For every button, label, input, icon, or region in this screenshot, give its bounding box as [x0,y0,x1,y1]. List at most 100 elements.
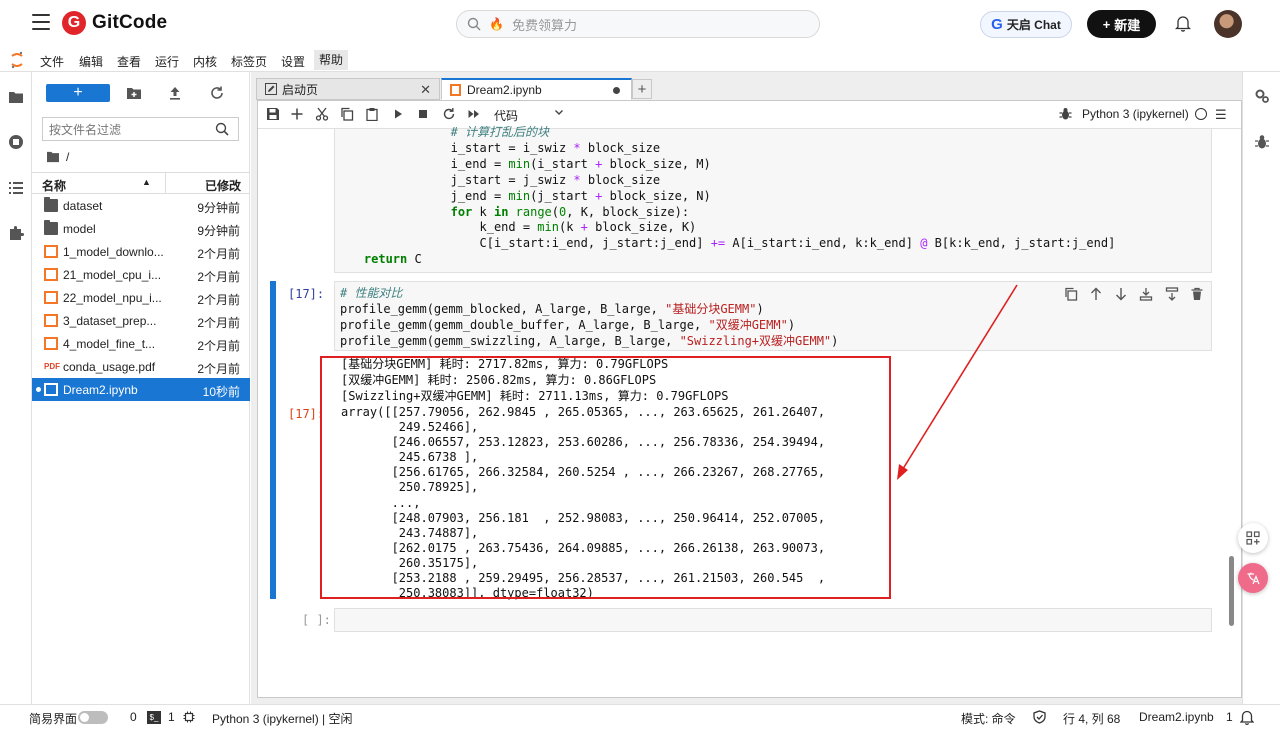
cursor-position[interactable]: 行 4, 列 68 [1063,710,1120,727]
folder-icon[interactable] [8,89,24,105]
simple-mode-toggle[interactable] [78,711,108,724]
notification-count: 1 [1226,710,1233,724]
fire-icon: 🔥 [489,17,504,31]
code-block-1: # 计算打乱后的块 i_start = i_swiz * block_size … [363,125,1116,267]
chevron-down-icon[interactable] [554,107,564,117]
tab-dream2[interactable]: Dream2.ipynb [441,78,632,100]
file-browser: + 按文件名过滤 / 名称 ▲ 已修改 dataset 9分钟前 model 9… [32,72,250,704]
terminal-icon: $_ [147,711,161,724]
tianqi-chat-button[interactable]: G 天启 Chat [980,11,1072,38]
add-cell-icon[interactable] [290,107,304,121]
file-filter-input[interactable]: 按文件名过滤 [42,117,239,141]
kernel-count[interactable]: 1 [168,710,175,724]
translate-button[interactable] [1238,563,1268,593]
breadcrumb[interactable]: / [46,150,69,164]
new-folder-icon[interactable] [126,85,142,101]
empty-code-cell[interactable] [334,608,1212,632]
scrollbar-thumb[interactable] [1229,556,1234,626]
kernel-name[interactable]: Python 3 (ipykernel) [1082,107,1189,121]
gitcode-logo[interactable]: G GitCode [62,11,167,35]
delete-cell-icon[interactable] [1190,286,1204,302]
column-modified[interactable]: 已修改 [205,177,241,194]
file-row[interactable]: 22_model_npu_i... 2个月前 [32,286,250,309]
running-dot-icon [36,387,41,392]
chat-logo-icon: G [991,16,1003,33]
extension-puzzle-icon[interactable] [8,225,24,241]
file-name: 21_model_cpu_i... [63,268,162,282]
chat-label: 天启 Chat [1006,18,1061,32]
menu-view[interactable]: 查看 [117,53,141,70]
file-row[interactable]: 4_model_fine_t... 2个月前 [32,332,250,355]
menu-edit[interactable]: 编辑 [79,53,103,70]
file-name: Dream2.ipynb [63,383,138,397]
stop-icon[interactable] [416,107,430,121]
file-modified: 10秒前 [202,385,240,399]
paste-icon[interactable] [365,107,379,121]
refresh-icon[interactable] [209,85,225,101]
search-input[interactable]: 🔥 免费领算力 [456,10,820,38]
qr-scan-button[interactable] [1238,523,1268,553]
pdf-icon: PDF [44,362,60,371]
tab-label: Dream2.ipynb [467,82,542,97]
save-icon[interactable] [266,107,280,121]
debugger-bug-icon[interactable] [1254,134,1270,150]
property-inspector-gear-icon[interactable] [1254,88,1270,104]
new-button[interactable]: + 新建 [1087,10,1156,38]
file-name: model [63,222,96,236]
file-modified: 2个月前 [197,270,240,284]
file-row[interactable]: 3_dataset_prep... 2个月前 [32,309,250,332]
menu-file[interactable]: 文件 [40,53,64,70]
run-icon[interactable] [391,107,405,121]
column-name[interactable]: 名称 [42,177,66,194]
fast-forward-icon[interactable] [467,107,481,121]
file-name: conda_usage.pdf [63,360,156,374]
menu-kernel[interactable]: 内核 [193,53,217,70]
bell-icon[interactable] [1240,709,1254,725]
bell-icon[interactable] [1175,14,1191,32]
file-name: 3_dataset_prep... [63,314,157,328]
insert-below-icon[interactable] [1165,286,1179,302]
kernel-menu-icon[interactable]: ☰ [1215,107,1227,123]
launcher-edit-icon [265,83,277,95]
cut-icon[interactable] [315,107,329,121]
avatar[interactable] [1214,10,1242,38]
code-cell-2[interactable]: # 性能对比 profile_gemm(gemm_blocked, A_larg… [334,281,1212,351]
menu-settings[interactable]: 设置 [281,53,305,70]
tab-launcher[interactable]: 启动页 ✕ [256,78,440,100]
move-up-icon[interactable] [1089,286,1103,302]
tab-label: 启动页 [282,82,319,97]
running-sessions-icon[interactable] [8,134,24,150]
debugger-bug-icon[interactable] [1059,107,1072,121]
new-launcher-button[interactable]: + [46,84,110,102]
table-of-contents-icon[interactable] [8,180,24,196]
move-down-icon[interactable] [1114,286,1128,302]
file-row[interactable]: 1_model_downlo... 2个月前 [32,240,250,263]
status-filename: Dream2.ipynb [1139,710,1214,724]
file-row-selected[interactable]: Dream2.ipynb 10秒前 [32,378,250,401]
menu-bar: 文件 编辑 查看 运行 内核 标签页 设置 帮助 [0,48,1280,72]
file-row[interactable]: 21_model_cpu_i... 2个月前 [32,263,250,286]
breadcrumb-path: / [66,150,70,164]
terminal-count[interactable]: 0 [130,710,137,724]
file-row[interactable]: dataset 9分钟前 [32,194,250,217]
hamburger-menu-icon[interactable] [32,14,50,32]
code-cell-1[interactable]: # 计算打乱后的块 i_start = i_swiz * block_size … [334,125,1212,273]
menu-run[interactable]: 运行 [155,53,179,70]
file-row[interactable]: model 9分钟前 [32,217,250,240]
duplicate-cell-icon[interactable] [1064,286,1078,302]
insert-above-icon[interactable] [1139,286,1153,302]
menu-tabs[interactable]: 标签页 [231,53,267,70]
shield-icon[interactable] [1033,710,1046,724]
jupyter-logo-icon [10,51,24,69]
file-row[interactable]: PDF conda_usage.pdf 2个月前 [32,355,250,378]
restart-icon[interactable] [442,107,456,121]
kernel-status[interactable]: Python 3 (ipykernel) | 空闲 [212,710,353,727]
menu-help[interactable]: 帮助 [314,50,349,70]
upload-icon[interactable] [167,85,183,101]
copy-icon[interactable] [340,107,354,121]
close-icon[interactable]: ✕ [420,82,431,98]
cell-type-select[interactable]: 代码 [494,107,518,124]
kernel-status-icon [1195,108,1207,120]
add-tab-button[interactable]: + [632,79,652,99]
unsaved-dot-icon[interactable] [613,87,620,94]
